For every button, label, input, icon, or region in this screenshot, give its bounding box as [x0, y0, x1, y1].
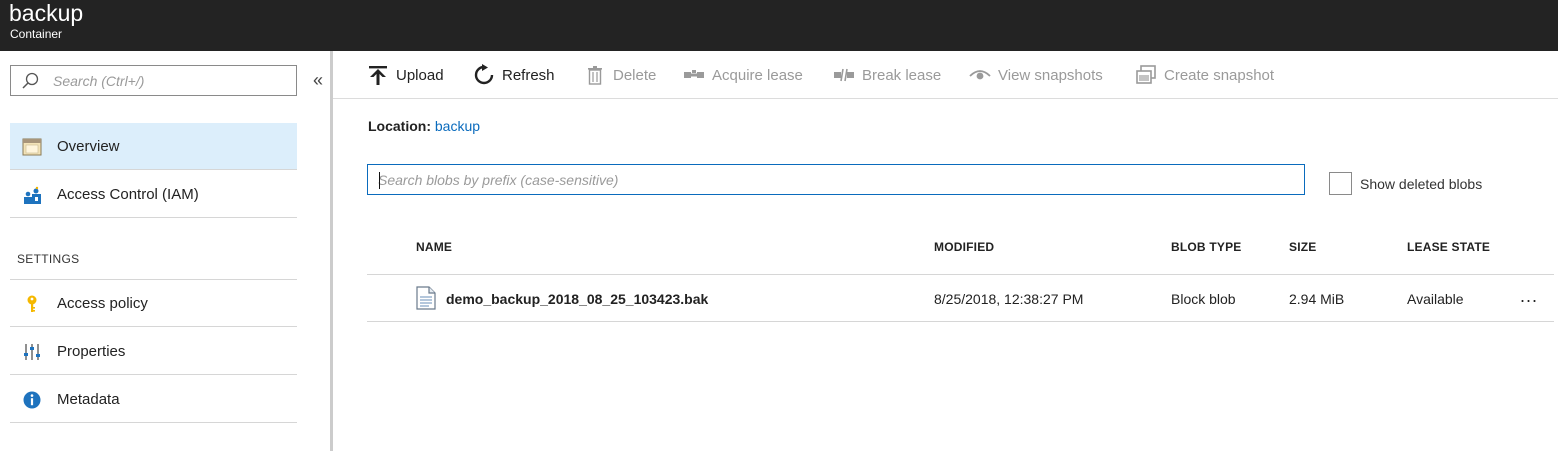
access-control-icon	[24, 186, 41, 204]
column-header-modified[interactable]: MODIFIED	[934, 239, 994, 255]
sidebar-search[interactable]	[10, 65, 297, 96]
blob-search-input[interactable]	[378, 169, 1293, 191]
blob-size: 2.94 MiB	[1289, 291, 1345, 307]
delete-button[interactable]: Delete	[584, 63, 656, 87]
sidebar-item-label: Overview	[57, 138, 120, 155]
show-deleted-checkbox[interactable]	[1329, 172, 1352, 195]
trash-icon	[588, 66, 602, 85]
page-subtitle: Container	[10, 27, 63, 41]
blade-header: backup Container	[0, 0, 1558, 51]
acquire-lease-button[interactable]: Acquire lease	[683, 63, 803, 87]
overview-icon	[22, 138, 42, 156]
acquire-lease-label[interactable]: Acquire lease	[712, 67, 803, 84]
table-row-divider	[367, 321, 1554, 322]
table-row[interactable]: demo_backup_2018_08_25_103423.bak 8/25/2…	[367, 275, 1554, 321]
refresh-label: Refresh	[502, 66, 555, 84]
collapse-sidebar-button[interactable]: «	[309, 66, 327, 94]
refresh-button[interactable]: Refresh	[473, 63, 555, 87]
search-icon	[22, 72, 39, 89]
sidebar-item-access-policy[interactable]: Access policy	[10, 280, 297, 327]
view-snapshots-button[interactable]: View snapshots	[969, 63, 1103, 87]
acquire-lease-icon	[684, 70, 704, 78]
sidebar-item-overview[interactable]: Overview	[10, 123, 297, 170]
sidebar-item-access-control[interactable]: Access Control (IAM)	[10, 171, 297, 218]
create-snapshot-label: Create snapshot	[1164, 66, 1275, 84]
command-bar: Upload Refresh Delete Acquire lease Brea…	[333, 51, 1558, 99]
sidebar-item-label: Access policy	[57, 295, 148, 312]
blob-lease-state: Available	[1407, 291, 1464, 307]
key-icon	[27, 295, 37, 312]
blob-modified: 8/25/2018, 12:38:27 PM	[934, 291, 1084, 307]
column-header-blob-type[interactable]: BLOB TYPE	[1171, 239, 1241, 255]
sidebar-item-properties[interactable]: Properties	[10, 328, 297, 375]
eye-icon	[969, 70, 991, 80]
delete-label: Delete	[613, 66, 657, 84]
page-title: backup	[9, 0, 84, 26]
break-lease-label: Break lease	[862, 66, 942, 84]
sidebar-splitter[interactable]	[330, 51, 333, 451]
upload-button[interactable]: Upload	[367, 63, 444, 87]
sidebar-item-label: Properties	[57, 343, 126, 360]
location-label: Location:	[368, 118, 431, 134]
create-snapshot-icon	[1136, 65, 1156, 84]
create-snapshot-button[interactable]: Create snapshot	[1135, 63, 1274, 87]
text-caret	[379, 172, 380, 189]
blob-name[interactable]: demo_backup_2018_08_25_103423.bak	[446, 290, 708, 308]
info-icon	[23, 391, 41, 409]
location-breadcrumb: Location: backup	[368, 117, 480, 135]
view-snapshots-label: View snapshots	[998, 66, 1103, 84]
blob-type: Block blob	[1171, 291, 1236, 307]
column-header-lease-state[interactable]: LEASE STATE	[1407, 239, 1490, 255]
sidebar-item-label: Metadata	[57, 391, 120, 408]
location-link[interactable]: backup	[435, 118, 480, 134]
sidebar-item-metadata[interactable]: Metadata	[10, 376, 297, 423]
sidebar-item-label: Access Control (IAM)	[57, 186, 199, 203]
blob-search-box[interactable]	[367, 164, 1305, 195]
row-more-button[interactable]: ...	[1517, 287, 1541, 307]
sidebar: « Overview Access Control (IAM) SETTINGS	[0, 51, 330, 451]
break-lease-button[interactable]: Break lease	[833, 63, 941, 87]
show-deleted-label[interactable]: Show deleted blobs	[1360, 175, 1482, 193]
refresh-icon	[474, 64, 494, 85]
file-icon	[416, 286, 436, 310]
settings-section-label: SETTINGS	[17, 252, 80, 266]
break-lease-icon	[834, 68, 854, 82]
column-header-name[interactable]: NAME	[416, 239, 452, 255]
upload-label: Upload	[396, 66, 444, 84]
column-header-size[interactable]: SIZE	[1289, 239, 1316, 255]
properties-icon	[24, 344, 40, 360]
upload-icon	[369, 66, 387, 85]
sidebar-search-input[interactable]	[53, 70, 288, 92]
